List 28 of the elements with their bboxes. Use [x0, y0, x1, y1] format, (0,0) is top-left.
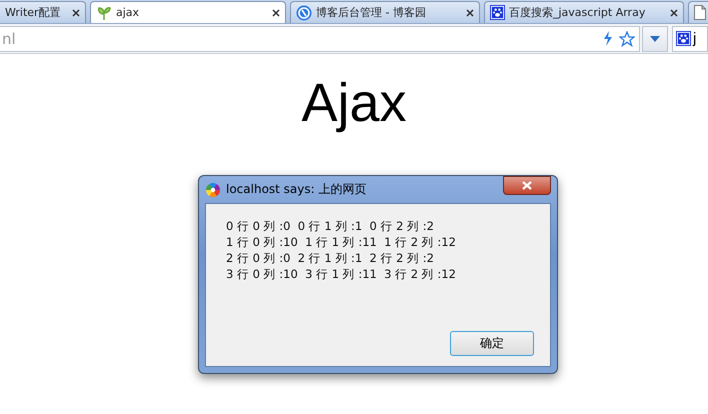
- close-icon[interactable]: [466, 8, 474, 16]
- caret-icon: [650, 36, 660, 42]
- message-line: 1 行 0 列 :10 1 行 1 列 :11 1 行 2 列 :12: [226, 234, 457, 250]
- message-line: 0 行 0 列 :0 0 行 1 列 :1 0 行 2 列 :2: [226, 218, 435, 234]
- dropdown-button[interactable]: [642, 26, 668, 52]
- close-icon[interactable]: [670, 8, 678, 16]
- sprout-icon: [96, 4, 112, 20]
- page-heading: Ajax: [300, 72, 408, 134]
- close-icon: [522, 181, 532, 190]
- close-icon[interactable]: [72, 8, 80, 16]
- extension-button[interactable]: j: [672, 26, 708, 52]
- color-wheel-icon: [205, 182, 221, 198]
- message-line: 2 行 0 列 :0 2 行 1 列 :1 2 行 2 列 :2: [226, 250, 435, 266]
- message-line: 3 行 0 列 :10 3 行 1 列 :11 3 行 2 列 :12: [226, 266, 457, 282]
- browser-tab[interactable]: 博客后台管理 - 博客园: [290, 1, 480, 23]
- paw-icon: [676, 31, 691, 46]
- ok-button[interactable]: 确定: [450, 331, 534, 356]
- dialog-title: localhost says: 上的网页: [226, 181, 368, 198]
- lightning-icon: [603, 31, 613, 46]
- document-icon: [694, 5, 706, 20]
- browser-tab[interactable]: ajax: [90, 1, 286, 23]
- browser-tab[interactable]: 百度搜索_javascript Array: [484, 1, 684, 23]
- star-icon[interactable]: [619, 30, 635, 46]
- paw-icon: [490, 5, 505, 20]
- browser-tab[interactable]: Writer配置: [0, 1, 86, 23]
- close-button[interactable]: [503, 176, 551, 195]
- close-icon[interactable]: [272, 8, 280, 16]
- blog-logo-icon: [296, 4, 312, 20]
